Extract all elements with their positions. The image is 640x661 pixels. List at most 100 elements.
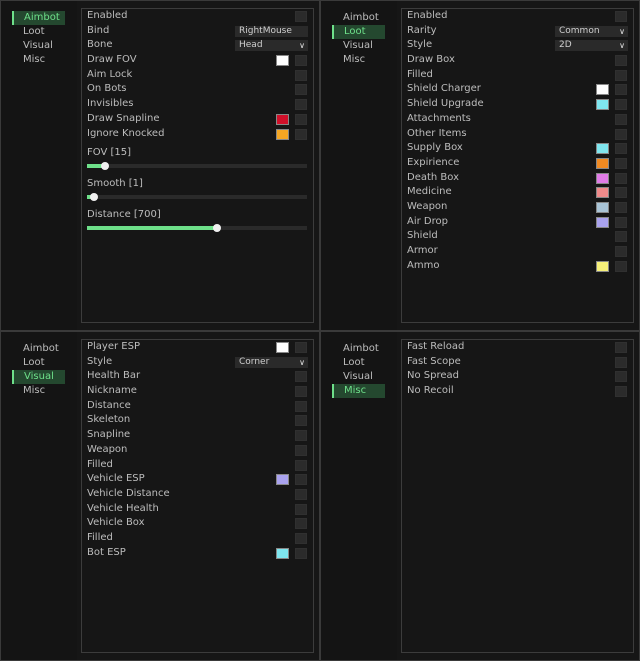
setting-label: Snapline: [87, 429, 131, 441]
checkbox[interactable]: [295, 386, 307, 398]
checkbox[interactable]: [615, 84, 627, 96]
color-swatch[interactable]: [596, 157, 609, 169]
checkbox[interactable]: [615, 187, 627, 199]
checkbox[interactable]: [615, 371, 627, 383]
tab-loot[interactable]: Loot: [1, 356, 77, 370]
fov-15-slider[interactable]: [87, 159, 307, 173]
setting-row-air-drop: Air Drop: [402, 215, 633, 230]
color-swatch[interactable]: [596, 187, 609, 199]
style-dropdown[interactable]: Corner ∨: [235, 356, 308, 368]
tab-aimbot[interactable]: Aimbot: [1, 342, 77, 356]
checkbox[interactable]: [615, 246, 627, 257]
checkbox[interactable]: [295, 113, 307, 125]
tab-visual[interactable]: Visual: [321, 370, 397, 384]
checkbox[interactable]: [615, 342, 627, 353]
checkbox[interactable]: [295, 444, 307, 456]
tab-aimbot[interactable]: Aimbot: [12, 11, 65, 25]
color-swatch[interactable]: [276, 55, 289, 67]
color-swatch[interactable]: [276, 113, 289, 125]
checkbox[interactable]: [615, 231, 627, 243]
dropdown-value: Head: [239, 40, 263, 51]
color-swatch[interactable]: [596, 99, 609, 111]
checkbox[interactable]: [615, 172, 627, 184]
checkbox[interactable]: [295, 84, 307, 96]
checkbox[interactable]: [615, 356, 627, 368]
setting-row-enabled: Enabled: [402, 9, 633, 24]
checkbox[interactable]: [295, 69, 307, 81]
tab-misc[interactable]: Misc: [321, 53, 397, 67]
tab-misc[interactable]: Misc: [1, 384, 77, 398]
setting-label: Draw FOV: [87, 54, 137, 66]
color-swatch[interactable]: [276, 474, 289, 486]
tab-visual[interactable]: Visual: [321, 39, 397, 53]
color-swatch[interactable]: [596, 143, 609, 155]
tab-loot[interactable]: Loot: [321, 356, 397, 370]
setting-row-death-box: Death Box: [402, 171, 633, 186]
tab-loot[interactable]: Loot: [1, 25, 77, 39]
checkbox[interactable]: [295, 400, 307, 412]
setting-row-style: Style Corner ∨: [82, 355, 313, 370]
tab-misc[interactable]: Misc: [332, 384, 385, 398]
slider-handle[interactable]: [100, 162, 109, 171]
checkbox[interactable]: [615, 143, 627, 155]
rarity-dropdown[interactable]: Common ∨: [555, 25, 628, 37]
setting-label: Vehicle ESP: [87, 473, 145, 485]
color-swatch[interactable]: [276, 342, 289, 353]
checkbox[interactable]: [295, 99, 307, 111]
checkbox[interactable]: [615, 386, 627, 398]
setting-row-no-recoil: No Recoil: [402, 384, 633, 399]
checkbox[interactable]: [615, 113, 627, 125]
smooth-1-slider[interactable]: [87, 190, 307, 204]
color-swatch[interactable]: [596, 201, 609, 213]
tab-visual[interactable]: Visual: [12, 370, 65, 384]
checkbox[interactable]: [615, 201, 627, 213]
color-swatch[interactable]: [276, 128, 289, 140]
checkbox[interactable]: [615, 157, 627, 169]
checkbox[interactable]: [295, 342, 307, 353]
checkbox[interactable]: [295, 11, 307, 22]
checkbox[interactable]: [295, 128, 307, 140]
checkbox[interactable]: [295, 415, 307, 427]
checkbox[interactable]: [295, 503, 307, 515]
setting-label: Expirience: [407, 156, 460, 168]
setting-row-bone: Bone Head ∨: [82, 38, 313, 53]
checkbox[interactable]: [615, 11, 627, 22]
checkbox[interactable]: [295, 547, 307, 559]
distance-700-slider[interactable]: [87, 221, 307, 235]
slider-handle[interactable]: [212, 224, 221, 233]
style-dropdown[interactable]: 2D ∨: [555, 40, 628, 52]
checkbox[interactable]: [295, 430, 307, 442]
tab-aimbot[interactable]: Aimbot: [321, 11, 397, 25]
checkbox[interactable]: [295, 459, 307, 471]
slider-handle[interactable]: [89, 193, 98, 202]
checkbox[interactable]: [615, 99, 627, 111]
tab-loot[interactable]: Loot: [332, 25, 385, 39]
color-swatch[interactable]: [596, 260, 609, 272]
checkbox[interactable]: [615, 216, 627, 228]
checkbox[interactable]: [295, 55, 307, 67]
checkbox[interactable]: [295, 518, 307, 530]
color-swatch[interactable]: [596, 172, 609, 184]
checkbox[interactable]: [615, 128, 627, 140]
slider-track: [87, 164, 307, 169]
color-swatch[interactable]: [596, 84, 609, 96]
color-swatch[interactable]: [276, 547, 289, 559]
tab-misc[interactable]: Misc: [1, 53, 77, 67]
checkbox[interactable]: [295, 474, 307, 486]
setting-label: Draw Snapline: [87, 112, 160, 124]
tab-aimbot[interactable]: Aimbot: [321, 342, 397, 356]
checkbox[interactable]: [295, 488, 307, 500]
sidebar: Aimbot Loot Visual Misc: [1, 1, 77, 330]
tab-visual[interactable]: Visual: [1, 39, 77, 53]
checkbox[interactable]: [615, 69, 627, 81]
bone-dropdown[interactable]: Head ∨: [235, 40, 308, 52]
checkbox[interactable]: [615, 55, 627, 67]
keybind-field[interactable]: RightMouse: [235, 25, 308, 37]
color-swatch[interactable]: [596, 216, 609, 228]
setting-label: Shield Upgrade: [407, 98, 484, 110]
checkbox[interactable]: [295, 532, 307, 544]
setting-row-health-bar: Health Bar: [82, 369, 313, 384]
checkbox[interactable]: [295, 371, 307, 383]
checkbox[interactable]: [615, 260, 627, 272]
setting-row-shield: Shield: [402, 229, 633, 244]
